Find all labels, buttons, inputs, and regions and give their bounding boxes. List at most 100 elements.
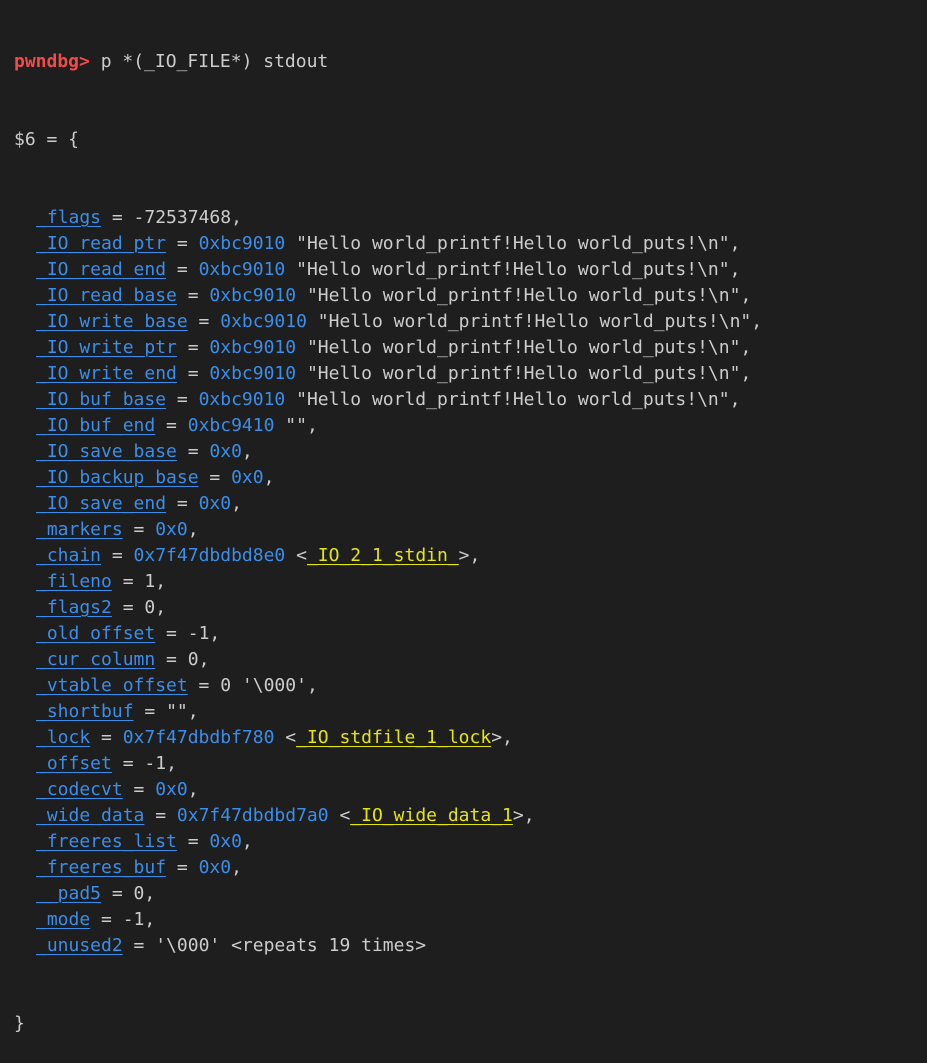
comma: , [144,909,156,930]
equals-sign: = [155,649,188,670]
comma: , [144,883,156,904]
comma: , [198,649,210,670]
equals-sign: = [176,285,210,306]
field-symbol: _IO_2_1_stdin_ [306,545,459,566]
equals-sign: = [101,545,134,566]
comma: , [729,389,741,410]
field-name: _IO_buf_base [36,389,167,410]
equals-sign: = [166,493,199,514]
field-value: -1 [144,753,167,774]
comma: , [729,259,741,280]
comma: , [155,571,167,592]
field-name: _lock [36,727,91,748]
comma: , [306,675,318,696]
field-name: _IO_write_ptr [36,337,177,358]
equals-sign: = [187,311,221,332]
field-name: _freeres_list [36,831,177,852]
comma: , [187,519,199,540]
struct-field-line: _IO_write_base = 0xbc9010 "Hello world_p… [14,309,927,335]
closing-brace: } [14,1013,25,1034]
comma: , [469,545,481,566]
comma: , [740,337,752,358]
equals-sign: = [166,389,199,410]
field-address: 0xbc9010 [220,311,307,332]
field-value: 0 [133,883,145,904]
comma: , [231,207,242,228]
equals-sign: = [166,857,199,878]
equals-sign: = [90,727,123,748]
result-header: $6 = { [14,129,80,150]
equals-sign: = [166,233,199,254]
field-address: 0x0 [231,467,264,488]
struct-field-line: _cur_column = 0, [14,647,927,673]
field-name: _unused2 [36,935,123,956]
field-address: 0xbc9010 [209,363,297,384]
struct-field-line: _codecvt = 0x0, [14,777,927,803]
field-value: "Hello world_printf!Hello world_puts!\n" [296,337,741,358]
struct-field-line: _chain = 0x7f47dbdbd8e0 <_IO_2_1_stdin_>… [14,543,927,569]
comma: , [231,857,242,878]
field-address: 0xbc9410 [187,415,275,436]
field-value: "" [274,415,307,436]
struct-field-line: _IO_read_ptr = 0xbc9010 "Hello world_pri… [14,231,927,257]
struct-field-line: _IO_buf_end = 0xbc9410 "", [14,413,927,439]
equals-sign: = [133,701,167,722]
field-name: _IO_read_base [36,285,177,306]
field-name: _offset [36,753,112,774]
struct-field-line: _fileno = 1, [14,569,927,595]
symbol-open: < [285,545,307,566]
equals-sign: = [166,259,199,280]
comma: , [740,285,752,306]
field-value: "Hello world_printf!Hello world_puts!\n" [285,389,730,410]
field-value: 0 [187,649,199,670]
struct-field-line: _markers = 0x0, [14,517,927,543]
field-name: _IO_read_end [36,259,167,280]
field-value: 0 '\000' [220,675,307,696]
comma: , [306,415,318,436]
field-name: _IO_backup_base [36,467,199,488]
symbol-close: > [512,805,524,826]
field-name: _flags2 [36,597,112,618]
pwndbg-prompt: pwndbg> [14,51,90,72]
equals-sign: = [122,519,156,540]
command-text: p *(_IO_FILE*) stdout [89,51,329,72]
equals-sign: = [198,467,232,488]
field-address: 0xbc9010 [198,233,286,254]
field-value: "Hello world_printf!Hello world_puts!\n" [285,233,730,254]
comma: , [231,493,242,514]
field-name: _IO_save_end [36,493,167,514]
field-address: 0x0 [209,441,242,462]
field-name: _IO_save_base [36,441,177,462]
field-value: 1 [144,571,156,592]
command-line: pwndbg> p *(_IO_FILE*) stdout [14,49,927,75]
symbol-open: < [328,805,351,826]
field-name: _IO_write_end [36,363,177,384]
equals-sign: = [122,935,156,956]
struct-field-line: _shortbuf = "", [14,699,927,725]
comma: , [751,311,763,332]
terminal-output: pwndbg> p *(_IO_FILE*) stdout $6 = { _fl… [14,0,927,1034]
comma: , [263,467,275,488]
field-value: -1 [187,623,210,644]
struct-field-line: _IO_write_end = 0xbc9010 "Hello world_pr… [14,361,927,387]
equals-sign: = [111,597,145,618]
field-name: _shortbuf [36,701,134,722]
symbol-open: < [274,727,297,748]
field-address: 0x7f47dbdbd7a0 [176,805,329,826]
struct-field-line: _IO_save_base = 0x0, [14,439,927,465]
field-address: 0x0 [198,857,232,878]
equals-sign: = [176,337,210,358]
field-name: __pad5 [36,883,102,904]
field-value: -72537468 [133,207,232,228]
struct-field-line: _mode = -1, [14,907,927,933]
field-name: _chain [36,545,102,566]
comma: , [523,805,535,826]
field-value: "Hello world_printf!Hello world_puts!\n" [306,311,752,332]
equals-sign: = [155,623,188,644]
field-value: -1 [122,909,145,930]
field-value: '\000' <repeats 19 times> [155,935,427,956]
comma: , [155,597,167,618]
struct-field-line: _IO_read_end = 0xbc9010 "Hello world_pri… [14,257,927,283]
comma: , [187,701,199,722]
symbol-close: > [458,545,470,566]
